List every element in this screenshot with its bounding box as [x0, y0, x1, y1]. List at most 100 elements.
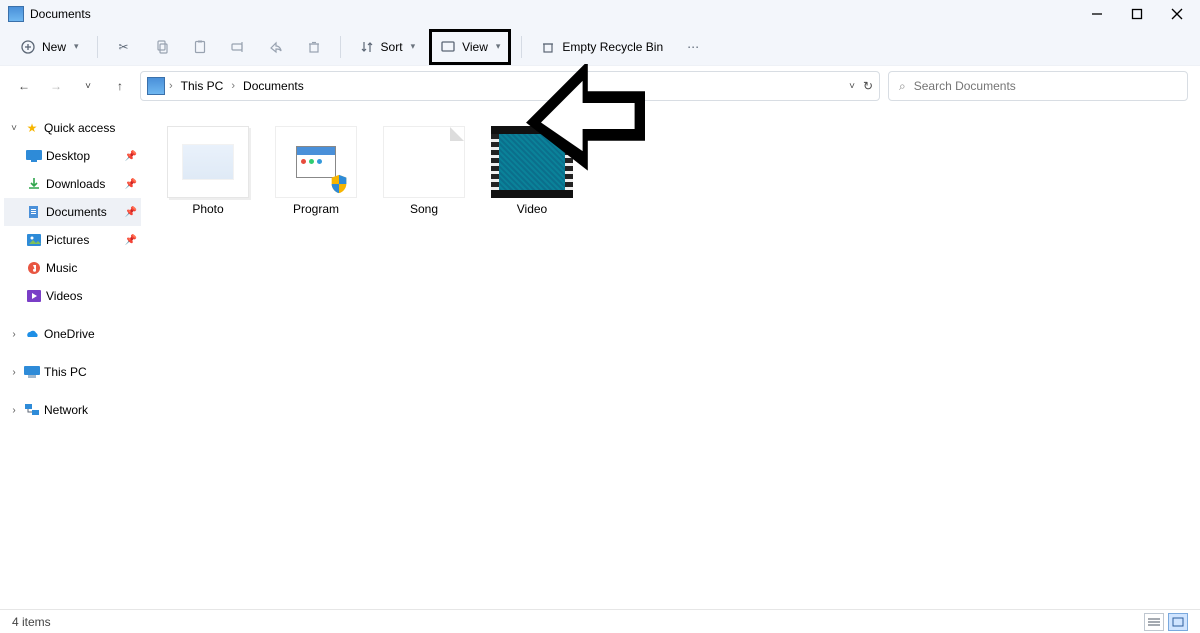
breadcrumb-root[interactable]: This PC — [177, 76, 228, 96]
sidebar-onedrive[interactable]: › OneDrive — [4, 320, 141, 348]
chevron-down-icon: ˅ — [8, 123, 20, 134]
sidebar-quick-access[interactable]: ˅ ★ Quick access — [4, 114, 141, 142]
sidebar-item-label: Desktop — [46, 149, 90, 163]
more-button[interactable]: ⋯ — [677, 33, 709, 61]
window-controls — [1088, 5, 1192, 23]
navigation-pane: ˅ ★ Quick access Desktop 📌 Downloads 📌 D… — [0, 106, 145, 609]
details-view-button[interactable] — [1144, 613, 1164, 631]
sort-icon — [359, 39, 375, 55]
paste-button[interactable] — [184, 33, 216, 61]
chevron-down-icon: ▾ — [496, 41, 501, 52]
file-label: Video — [517, 202, 547, 216]
refresh-button[interactable]: ↻ — [863, 79, 873, 93]
chevron-right-icon: › — [231, 80, 235, 92]
ellipsis-icon: ⋯ — [685, 39, 701, 55]
file-label: Song — [410, 202, 438, 216]
recycle-bin-icon — [540, 39, 556, 55]
title-bar: Documents — [0, 0, 1200, 28]
view-button[interactable]: View ▾ — [429, 29, 511, 65]
copy-icon — [154, 39, 170, 55]
rename-icon — [230, 39, 246, 55]
pin-icon: 📌 — [125, 235, 137, 246]
new-button[interactable]: New ▾ — [12, 33, 87, 61]
chevron-right-icon: › — [169, 80, 173, 92]
file-item-song[interactable]: Song — [381, 122, 467, 220]
maximize-button[interactable] — [1128, 5, 1146, 23]
copy-button[interactable] — [146, 33, 178, 61]
sidebar-item-pictures[interactable]: Pictures 📌 — [4, 226, 141, 254]
file-item-photo[interactable]: Photo — [165, 122, 251, 220]
chevron-right-icon: › — [8, 405, 20, 416]
delete-button[interactable] — [298, 33, 330, 61]
sidebar-item-label: Downloads — [46, 177, 105, 191]
program-thumbnail-icon — [275, 126, 357, 198]
share-icon — [268, 39, 284, 55]
chevron-down-icon: ▾ — [74, 41, 79, 52]
search-icon: ⌕ — [899, 79, 906, 94]
music-icon — [26, 260, 42, 276]
share-button[interactable] — [260, 33, 292, 61]
sidebar-label: This PC — [44, 365, 87, 379]
close-button[interactable] — [1168, 5, 1186, 23]
minimize-button[interactable] — [1088, 5, 1106, 23]
sidebar-item-label: Videos — [46, 289, 82, 303]
icons-view-button[interactable] — [1168, 613, 1188, 631]
sidebar-item-downloads[interactable]: Downloads 📌 — [4, 170, 141, 198]
window-title: Documents — [30, 7, 91, 21]
view-icon — [440, 39, 456, 55]
address-bar[interactable]: › This PC › Documents ˅ ↻ — [140, 71, 880, 101]
plus-circle-icon — [20, 39, 36, 55]
sidebar-item-label: Documents — [46, 205, 107, 219]
pin-icon: 📌 — [125, 207, 137, 218]
pin-icon: 📌 — [125, 179, 137, 190]
clipboard-icon — [192, 39, 208, 55]
sidebar-item-desktop[interactable]: Desktop 📌 — [4, 142, 141, 170]
empty-recycle-bin-button[interactable]: Empty Recycle Bin — [532, 33, 671, 61]
view-label: View — [462, 40, 488, 54]
sort-button[interactable]: Sort ▾ — [351, 33, 424, 61]
empty-recycle-label: Empty Recycle Bin — [562, 40, 663, 54]
up-button[interactable]: ↑ — [108, 74, 132, 98]
desktop-icon — [26, 148, 42, 164]
forward-button[interactable]: → — [44, 74, 68, 98]
video-thumbnail-icon — [491, 126, 573, 198]
search-box[interactable]: ⌕ — [888, 71, 1188, 101]
pin-icon: 📌 — [125, 151, 137, 162]
sidebar-item-label: Music — [46, 261, 77, 275]
command-bar: New ▾ ✂ Sort ▾ View ▾ Empty Recycle Bin … — [0, 28, 1200, 66]
download-icon — [26, 176, 42, 192]
chevron-down-icon: ▾ — [411, 41, 416, 52]
file-label: Program — [293, 202, 339, 216]
sidebar-item-documents[interactable]: Documents 📌 — [4, 198, 141, 226]
item-count: 4 items — [12, 615, 51, 629]
breadcrumb-current[interactable]: Documents — [239, 76, 308, 96]
sidebar-label: Quick access — [44, 121, 115, 135]
rename-button[interactable] — [222, 33, 254, 61]
sidebar-item-music[interactable]: Music — [4, 254, 141, 282]
status-bar: 4 items — [0, 609, 1200, 633]
sidebar-this-pc[interactable]: › This PC — [4, 358, 141, 386]
app-icon — [8, 6, 24, 22]
cut-button[interactable]: ✂ — [108, 33, 140, 61]
file-item-program[interactable]: Program — [273, 122, 359, 220]
recent-locations-button[interactable]: ˅ — [76, 74, 100, 98]
photo-thumbnail-icon — [167, 126, 249, 198]
pc-icon — [24, 364, 40, 380]
videos-icon — [26, 288, 42, 304]
file-item-video[interactable]: Video — [489, 122, 575, 220]
search-input[interactable] — [914, 79, 1177, 93]
back-button[interactable]: ← — [12, 74, 36, 98]
file-list: Photo Program Song Vid — [157, 122, 1188, 220]
chevron-right-icon: › — [8, 329, 20, 340]
sidebar-network[interactable]: › Network — [4, 396, 141, 424]
address-dropdown-button[interactable]: ˅ — [849, 81, 855, 92]
content-area[interactable]: Photo Program Song Vid — [145, 106, 1200, 609]
sidebar-item-videos[interactable]: Videos — [4, 282, 141, 310]
scissors-icon: ✂ — [116, 39, 132, 55]
sidebar-item-label: Pictures — [46, 233, 89, 247]
pictures-icon — [26, 232, 42, 248]
sort-label: Sort — [381, 40, 403, 54]
sidebar-label: Network — [44, 403, 88, 417]
file-label: Photo — [192, 202, 223, 216]
nav-row: ← → ˅ ↑ › This PC › Documents ˅ ↻ ⌕ — [0, 66, 1200, 106]
